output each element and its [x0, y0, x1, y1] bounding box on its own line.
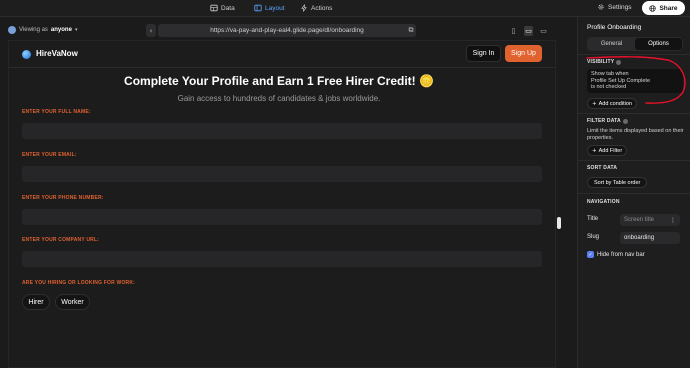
app-header: HireVaNow Sign In Sign Up: [9, 41, 555, 68]
app-preview: HireVaNow Sign In Sign Up Complete Your …: [8, 40, 556, 368]
filter-description: Limit the items displayed based on their…: [587, 128, 684, 141]
brand-logo-icon: [22, 50, 31, 59]
share-label: Share: [659, 4, 678, 12]
panel-title: Profile Onboarding: [587, 24, 642, 31]
slug-field-label: Slug: [587, 234, 600, 240]
title-field-label: Title: [587, 216, 599, 222]
add-condition-label: Add condition: [598, 100, 632, 107]
hide-from-nav-checkbox[interactable]: ✓: [587, 251, 594, 258]
layout-icon: [254, 4, 262, 12]
company-url-label: ENTER YOUR COMPANY URL:: [22, 237, 100, 243]
desktop-preview-icon[interactable]: ▭: [539, 26, 548, 36]
hiring-or-working-label: ARE YOU HIRING OR LOOKING FOR WORK:: [22, 280, 136, 286]
add-filter-label: Add Filter: [598, 147, 623, 154]
full-name-input[interactable]: [22, 123, 542, 139]
screen-title-input[interactable]: Screen title ⋮: [620, 214, 680, 226]
visibility-rule-line3: is not checked: [591, 84, 627, 90]
settings-button[interactable]: Settings: [597, 3, 632, 11]
tab-data-label: Data: [221, 4, 235, 12]
lightning-icon: [301, 4, 307, 12]
divider: [578, 160, 690, 161]
hide-from-nav-label: Hide from nav bar: [597, 252, 645, 258]
tab-data[interactable]: Data: [210, 2, 235, 14]
viewing-as-user: anyone: [50, 27, 72, 33]
plus-icon: +: [592, 100, 597, 107]
tab-actions-label: Actions: [311, 4, 333, 12]
panel-tabs: General Options: [587, 37, 683, 51]
info-icon: [616, 59, 622, 65]
filter-heading-label: FILTER DATA: [587, 118, 621, 124]
hirer-choice-button[interactable]: Hirer: [22, 294, 50, 310]
chevron-down-icon: ▾: [74, 27, 78, 33]
open-external-icon[interactable]: ⧉: [406, 24, 416, 37]
full-name-label: ENTER YOUR FULL NAME:: [22, 109, 91, 115]
viewing-as-prefix: Viewing as: [19, 27, 48, 33]
gear-icon: [598, 4, 604, 10]
worker-choice-button[interactable]: Worker: [55, 294, 90, 310]
viewing-as-selector[interactable]: Viewing as anyone ▾: [8, 26, 77, 34]
visibility-rule[interactable]: Show tab when Profile Set Up Complete is…: [587, 69, 683, 93]
data-table-icon: [210, 4, 218, 12]
tab-general[interactable]: General: [588, 38, 635, 50]
sort-by-button[interactable]: Sort by Table order: [587, 177, 648, 188]
add-condition-button[interactable]: + Add condition: [587, 98, 637, 109]
company-url-input[interactable]: [22, 251, 542, 267]
navigation-heading: NAVIGATION: [587, 199, 620, 205]
tablet-preview-icon[interactable]: ▭: [524, 26, 533, 36]
plus-icon: +: [592, 147, 597, 154]
preview-url-bar[interactable]: https://va-pay-and-play-eal4.glide.page/…: [158, 24, 416, 37]
tab-layout[interactable]: Layout: [254, 2, 285, 14]
sort-heading: SORT DATA: [587, 165, 618, 171]
phone-label: ENTER YOUR PHONE NUMBER:: [22, 195, 104, 201]
phone-input[interactable]: [22, 209, 542, 225]
sign-in-button[interactable]: Sign In: [466, 45, 501, 62]
filter-heading: FILTER DATA: [587, 118, 628, 124]
divider: [578, 113, 690, 114]
globe-icon: [649, 4, 657, 12]
avatar: [8, 26, 16, 34]
settings-label: Settings: [608, 3, 632, 11]
slug-input[interactable]: onboarding: [620, 232, 680, 244]
divider: [578, 54, 690, 55]
preview-url: https://va-pay-and-play-eal4.glide.page/…: [210, 27, 364, 34]
visibility-heading: VISIBILITY: [587, 59, 622, 65]
visibility-heading-label: VISIBILITY: [587, 59, 615, 65]
top-bar: Data Layout Actions Settings Share: [0, 0, 690, 17]
page-subtitle: Gain access to hundreds of candidates & …: [177, 94, 381, 103]
add-filter-button[interactable]: + Add Filter: [587, 145, 628, 156]
info-icon: [622, 118, 628, 124]
email-label: ENTER YOUR EMAIL:: [22, 152, 77, 158]
sign-up-button[interactable]: Sign Up: [505, 45, 542, 62]
more-vertical-icon[interactable]: ⋮: [670, 217, 676, 224]
preview-resize-handle[interactable]: [557, 217, 561, 229]
tab-actions[interactable]: Actions: [300, 2, 332, 14]
check-icon: ✓: [588, 251, 593, 258]
phone-preview-icon[interactable]: ▯: [509, 26, 518, 36]
properties-panel: Profile Onboarding General Options VISIB…: [577, 17, 690, 368]
page-title: Complete Your Profile and Earn 1 Free Hi…: [124, 74, 434, 88]
brand-name: HireVaNow: [36, 49, 78, 58]
screen-title-placeholder: Screen title: [624, 217, 655, 223]
tab-layout-label: Layout: [265, 4, 285, 12]
share-button[interactable]: Share: [642, 1, 685, 15]
email-input[interactable]: [22, 166, 542, 182]
divider: [578, 193, 690, 194]
back-arrow-icon[interactable]: ‹: [146, 24, 156, 37]
tab-options[interactable]: Options: [635, 38, 682, 50]
